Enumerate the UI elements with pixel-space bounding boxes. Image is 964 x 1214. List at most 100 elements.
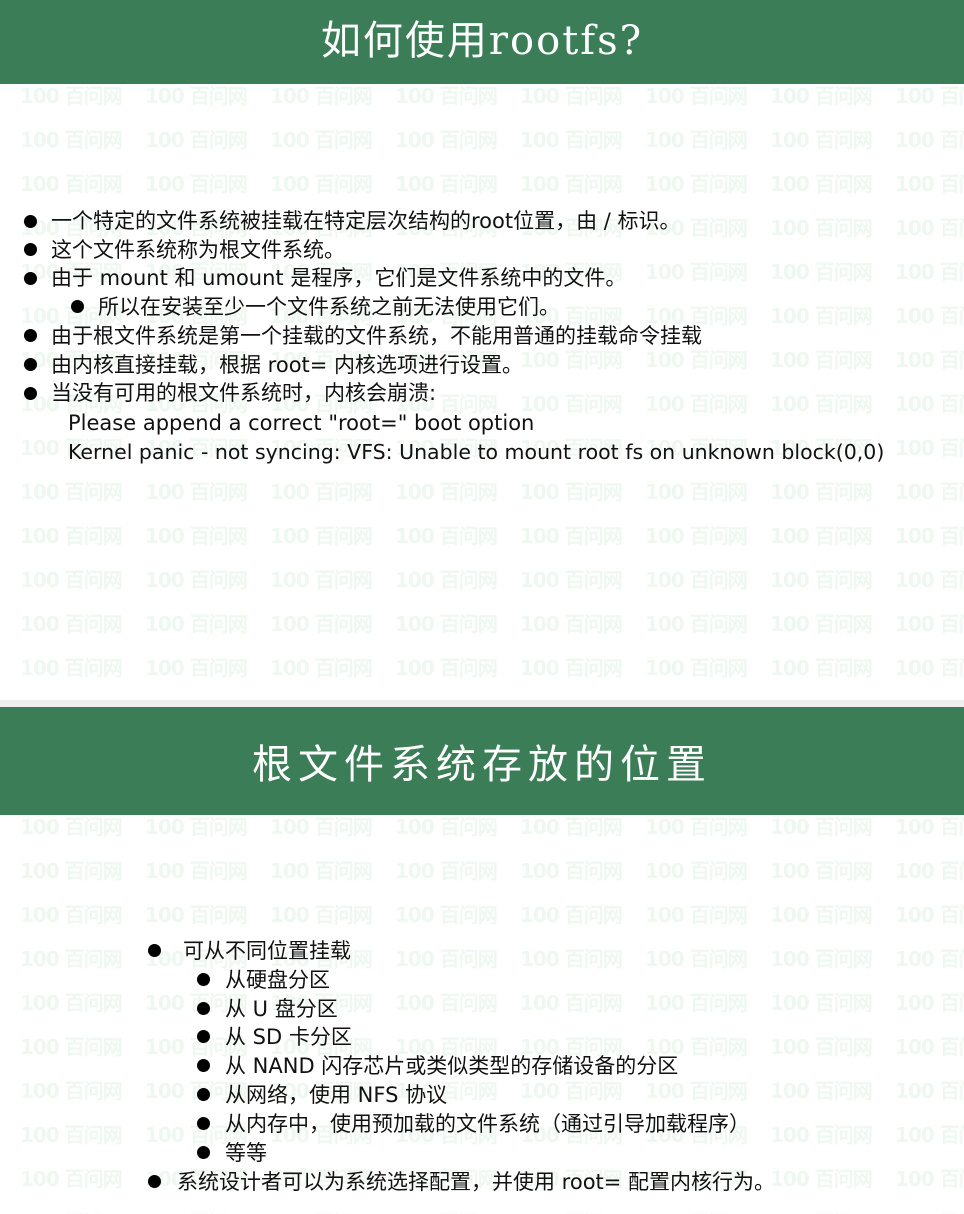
list-item: 当没有可用的根文件系统时，内核会崩溃: [51,381,437,405]
watermark-text: 100 百问网 [770,903,873,927]
watermark-text: 100 百问网 [395,859,498,883]
watermark-text: 100 百问网 [20,480,123,504]
watermark-text: 100 百问网 [645,612,748,636]
list-item-sub: 从 NAND 闪存芯片或类似类型的存储设备的分区 [225,1054,679,1078]
watermark-text: 100 百问网 [895,260,964,284]
watermark-text: 100 百问网 [520,172,623,196]
bullet-icon [71,300,84,313]
watermark-text: 100 百问网 [770,524,873,548]
list-item: 由于 mount 和 umount 是程序，它们是文件系统中的文件。 [51,266,627,290]
watermark-text: 100 百问网 [145,612,248,636]
watermark-text: 100 百问网 [145,568,248,592]
slide-title: 如何使用rootfs? [0,0,964,84]
watermark-text: 100 百问网 [395,568,498,592]
watermark-text: 100 百问网 [145,656,248,680]
watermark-text: 100 百问网 [645,524,748,548]
watermark-text: 100 百问网 [770,304,873,328]
list-item: 由内核直接挂载，根据 root= 内核选项进行设置。 [51,353,524,377]
watermark-text: 100 百问网 [520,991,623,1015]
watermark-text: 100 百问网 [20,903,123,927]
slide-rootfs-locations: 100 百问网 100 百问网 100 百问网 100 百问网 100 百问网 100 百… [0,707,964,1214]
watermark-text: 100 百问网 [395,612,498,636]
watermark-text: 100 百问网 [20,84,123,108]
watermark-text: 100 百问网 [270,656,373,680]
watermark-text: 100 百问网 [770,260,873,284]
watermark-text: 100 百问网 [145,480,248,504]
watermark-text: 100 百问网 [645,815,748,839]
watermark-text: 100 百问网 [20,524,123,548]
watermark-text: 100 百问网 [520,815,623,839]
list-item: 这个文件系统称为根文件系统。 [51,238,345,262]
watermark-text: 100 百问网 [520,392,623,416]
watermark-text: 100 百问网 [395,656,498,680]
watermark-text: 100 百问网 [520,128,623,152]
watermark-text: 100 百问网 [520,903,623,927]
watermark-text: 100 百问网 [395,815,498,839]
list-item-sub: 从网络，使用 NFS 协议 [225,1083,448,1107]
watermark-text: 100 百问网 [645,991,748,1015]
watermark-text: 100 百问网 [20,568,123,592]
watermark-text: 100 百问网 [770,480,873,504]
list-item-sub: 所以在安装至少一个文件系统之前无法使用它们。 [98,295,560,319]
watermark-text: 100 百问网 [770,1207,873,1214]
watermark-text: 100 百问网 [645,903,748,927]
watermark-text: 100 百问网 [20,1207,123,1214]
watermark-text: 100 百问网 [520,84,623,108]
watermark-text: 100 百问网 [145,84,248,108]
watermark-text: 100 百问网 [895,392,964,416]
bullet-icon [24,358,37,371]
watermark-text: 100 百问网 [770,947,873,971]
watermark-text: 100 百问网 [270,1207,373,1214]
watermark-text: 100 百问网 [20,1167,123,1191]
watermark-text: 100 百问网 [770,128,873,152]
list-item-sub: 从内存中，使用预加载的文件系统（通过引导加载程序） [225,1112,750,1136]
bullet-icon [24,215,37,228]
bullet-icon [197,973,210,986]
bullet-icon [148,1175,161,1188]
watermark-text: 100 百问网 [645,84,748,108]
watermark-text: 100 百问网 [395,128,498,152]
bullet-icon [197,1088,210,1101]
watermark-text: 100 百问网 [770,859,873,883]
watermark-text: 100 百问网 [395,524,498,548]
watermark-text: 100 百问网 [395,1207,498,1214]
list-item-sub: 从 SD 卡分区 [225,1025,352,1049]
watermark-text: 100 百问网 [770,991,873,1015]
watermark-layer: 100 百问网 100 百问网 100 百问网 100 百问网 100 百问网 100 百… [0,815,964,1214]
watermark-text: 100 百问网 [645,947,748,971]
bullet-icon [197,1059,210,1072]
watermark-text: 100 百问网 [770,1035,873,1059]
watermark-text: 100 百问网 [145,128,248,152]
watermark-text: 100 百问网 [520,480,623,504]
watermark-text: 100 百问网 [270,84,373,108]
watermark-text: 100 百问网 [645,392,748,416]
watermark-text: 100 百问网 [145,815,248,839]
watermark-text: 100 百问网 [20,128,123,152]
watermark-text: 100 百问网 [770,815,873,839]
watermark-text: 100 百问网 [895,480,964,504]
watermark-text: 100 百问网 [20,815,123,839]
watermark-text: 100 百问网 [20,1123,123,1147]
bullet-icon [148,944,161,957]
watermark-text: 100 百问网 [895,991,964,1015]
watermark-text: 100 百问网 [895,612,964,636]
watermark-text: 100 百问网 [895,304,964,328]
watermark-text: 100 百问网 [645,128,748,152]
watermark-text: 100 百问网 [895,1207,964,1214]
watermark-text: 100 百问网 [895,524,964,548]
bullet-icon [24,272,37,285]
watermark-text: 100 百问网 [770,84,873,108]
watermark-text: 100 百问网 [645,260,748,284]
watermark-text: 100 百问网 [645,568,748,592]
list-item-sub: 等等 [225,1141,267,1165]
watermark-text: 100 百问网 [20,612,123,636]
watermark-text: 100 百问网 [770,656,873,680]
watermark-text: 100 百问网 [270,859,373,883]
watermark-text: 100 百问网 [145,859,248,883]
bullet-icon [24,387,37,400]
slide-rootfs-usage: 100 百问网 100 百问网 100 百问网 100 百问网 100 百问网 100 百… [0,0,964,700]
watermark-text: 100 百问网 [145,903,248,927]
watermark-text: 100 百问网 [770,1123,873,1147]
watermark-text: 100 百问网 [645,1207,748,1214]
watermark-text: 100 百问网 [520,947,623,971]
